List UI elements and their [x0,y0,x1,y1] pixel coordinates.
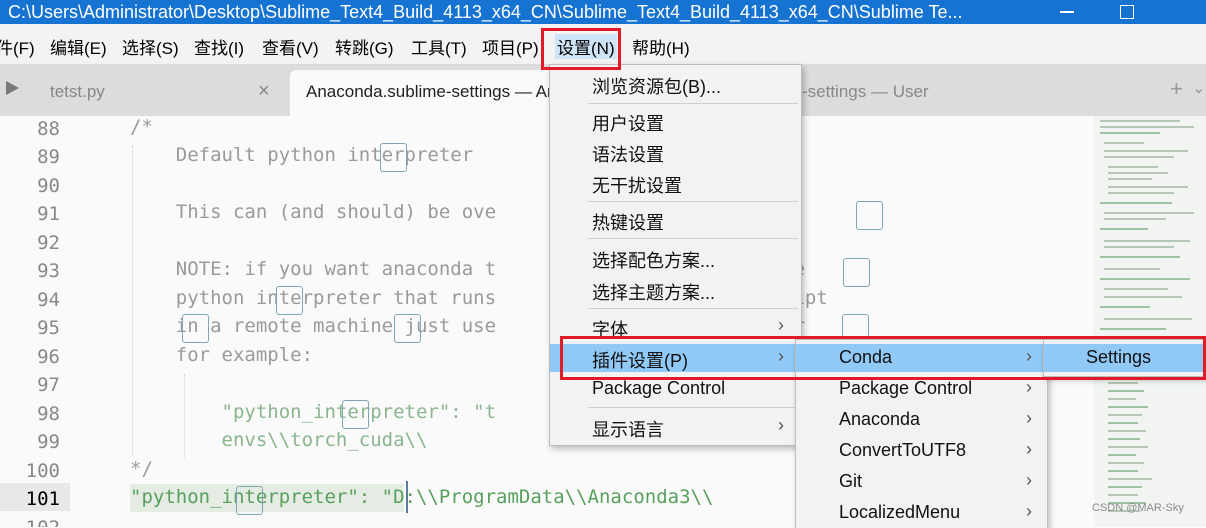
code-line: Default python interpreter [130,144,474,166]
line-number: 95 [37,317,60,339]
code-line: "python_interpreter": "t [130,401,497,423]
line-number: 90 [37,175,60,197]
code-line: /* [130,116,153,138]
line-number: 89 [37,146,60,168]
line-number: 100 [25,460,60,482]
menu-separator [588,201,798,202]
title-bar: C:\Users\Administrator\Desktop\Sublime_T… [0,0,1206,24]
callout-preferences-menu [541,28,621,70]
code-line: for example: [130,344,314,366]
menu-item-color-scheme[interactable]: 选择配色方案... [550,244,801,272]
menu-tools[interactable]: 工具(T) [411,34,467,59]
minimize-button[interactable] [1044,0,1090,24]
menu-item-syntax-settings[interactable]: 语法设置 [550,138,801,166]
menu-item-distraction-free-settings[interactable]: 无干扰设置 [550,169,801,197]
chevron-right-icon: › [1026,377,1032,397]
chevron-right-icon: › [778,415,784,435]
menu-find[interactable]: 查找(I) [194,34,244,59]
preferences-menu: 浏览资源包(B)... 用户设置 语法设置 无干扰设置 热键设置 选择配色方案.… [549,64,802,446]
menu-separator [588,103,798,104]
line-number: 88 [37,118,60,140]
match-highlight [236,486,263,515]
menu-file[interactable]: 件(F) [0,34,35,59]
close-icon[interactable]: × [258,80,270,103]
menu-separator [588,308,798,309]
watermark: CSDN @MAR-Sky [1092,502,1184,514]
line-number: 93 [37,260,60,282]
line-number: 102 [0,517,60,527]
tab-user-settings[interactable]: -settings — User [800,70,960,116]
tab-label: -settings — User [802,82,929,101]
match-highlight [843,258,870,287]
play-icon[interactable] [6,81,19,95]
tab-label: Anaconda.sublime-settings — An [306,82,557,101]
submenu-item-git[interactable]: Git › [796,468,1047,496]
submenu-item-anaconda[interactable]: Anaconda › [796,406,1047,434]
line-number: 99 [37,431,60,453]
menu-item-theme[interactable]: 选择主题方案... [550,276,801,304]
chevron-right-icon: › [1026,501,1032,521]
menu-item-user-settings[interactable]: 用户设置 [550,107,801,135]
line-number: 97 [37,374,60,396]
window-title: C:\Users\Administrator\Desktop\Sublime_T… [8,2,963,22]
text-cursor [406,481,408,513]
minimize-icon [1060,11,1074,13]
line-number: 92 [37,232,60,254]
menu-select[interactable]: 选择(S) [122,34,179,59]
callout-conda-settings-path [560,336,1206,380]
tab-list-chevron-icon[interactable]: ⌄ [1192,78,1205,98]
maximize-icon [1120,5,1134,19]
menu-edit[interactable]: 编辑(E) [50,34,107,59]
submenu-item-converttoutf8[interactable]: ConvertToUTF8 › [796,437,1047,465]
menu-goto[interactable]: 转跳(G) [335,34,394,59]
menu-help[interactable]: 帮助(H) [632,34,690,59]
match-highlight [342,400,369,429]
match-highlight [182,314,209,343]
tab-tetst[interactable]: tetst.py × [36,70,282,116]
match-highlight [276,286,303,315]
menu-item-key-bindings[interactable]: 热键设置 [550,206,801,234]
line-number-current: 101 [25,488,60,510]
menu-separator [588,407,798,408]
chevron-right-icon: › [1026,470,1032,490]
match-highlight [856,201,883,230]
chevron-right-icon: › [778,315,784,335]
code-line: */ [130,458,153,480]
new-tab-icon[interactable]: + [1170,76,1183,102]
maximize-button[interactable] [1104,0,1150,24]
line-number: 94 [37,289,60,311]
tab-label: tetst.py [50,82,105,101]
menu-separator [588,238,798,239]
menu-item-display-language[interactable]: 显示语言 › [550,413,801,441]
match-highlight [380,143,407,172]
submenu-item-localizedmenu[interactable]: LocalizedMenu › [796,499,1047,527]
minimap[interactable] [1094,116,1206,527]
code-line: envs\\torch_cuda\\ [130,429,428,451]
chevron-right-icon: › [1026,439,1032,459]
match-highlight [394,314,421,343]
chevron-right-icon: › [1026,408,1032,428]
line-number: 96 [37,346,60,368]
line-number: 98 [37,403,60,425]
menu-project[interactable]: 项目(P) [482,34,539,59]
menu-item-browse-packages[interactable]: 浏览资源包(B)... [550,70,801,98]
menu-view[interactable]: 查看(V) [262,34,319,59]
line-number: 91 [37,203,60,225]
